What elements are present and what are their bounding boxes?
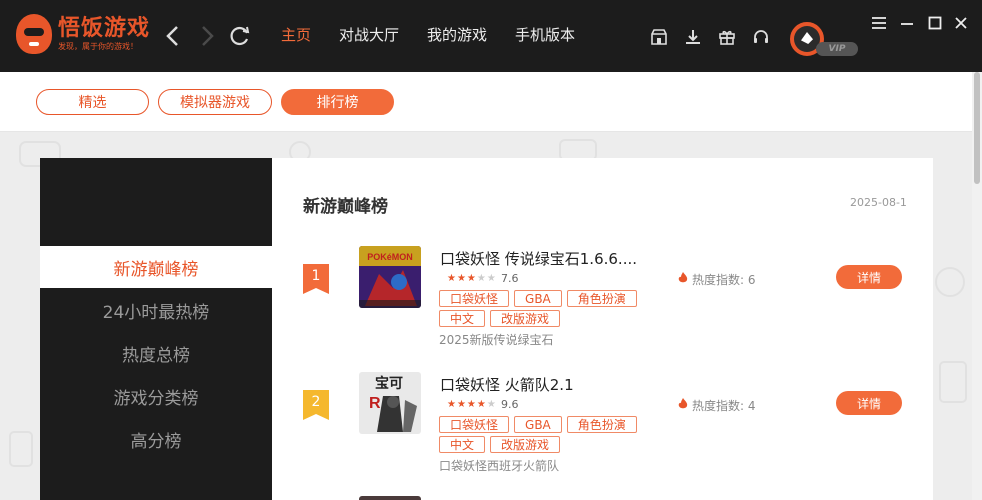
- headset-icon[interactable]: [752, 28, 770, 46]
- download-icon[interactable]: [684, 28, 702, 46]
- list-item[interactable]: 2 宝可 R 口袋妖怪 火箭队2.1 ★★★★★ 9.6 口袋妖怪 GBA 角色…: [272, 370, 933, 490]
- tag[interactable]: GBA: [514, 290, 562, 307]
- tab-emulator-games[interactable]: 模拟器游戏: [158, 89, 272, 115]
- game-description: 2025新版传说绿宝石: [439, 333, 554, 347]
- app-logo[interactable]: 悟饭游戏 发现，属于你的游戏！: [16, 14, 150, 54]
- sidebar-item-24h-hot[interactable]: 24小时最热榜: [40, 289, 272, 331]
- sidebar-item-new-peak[interactable]: 新游巅峰榜: [40, 246, 272, 288]
- heat-label: 热度指数: 4: [692, 399, 756, 413]
- sidebar-item-high-score[interactable]: 高分榜: [40, 418, 272, 460]
- rating-stars: ★★★★★: [447, 399, 497, 410]
- svg-text:宝可: 宝可: [375, 375, 403, 392]
- game-title[interactable]: 口袋妖怪 传说绿宝石1.6.6....: [440, 248, 637, 269]
- game-title[interactable]: 口袋妖怪 火箭队2.1: [440, 374, 574, 395]
- rating-score: 7.6: [501, 272, 519, 285]
- panel-title: 新游巅峰榜: [303, 197, 388, 217]
- heat-label: 热度指数: 6: [692, 273, 756, 287]
- rating-score: 9.6: [501, 398, 519, 411]
- ranking-panel: 新游巅峰榜 2025-08-1 1 POKéMON 口袋妖怪 传说绿宝石1.6.…: [272, 158, 933, 500]
- tag[interactable]: 角色扮演: [566, 416, 637, 433]
- main-nav: 主页 对战大厅 我的游戏 手机版本: [281, 24, 603, 45]
- tag[interactable]: 中文: [439, 436, 486, 453]
- sub-tab-bar: 精选 模拟器游戏 排行榜: [0, 72, 972, 132]
- details-button[interactable]: 详情: [836, 265, 902, 289]
- tag[interactable]: GBA: [514, 416, 562, 433]
- scroll-thumb[interactable]: [974, 72, 980, 184]
- svg-text:R: R: [369, 395, 381, 412]
- tag[interactable]: 改版游戏: [490, 436, 561, 453]
- sidebar-item-total-heat[interactable]: 热度总榜: [40, 332, 272, 374]
- nav-my-games[interactable]: 我的游戏: [427, 24, 487, 45]
- app-title: 悟饭游戏: [58, 16, 151, 41]
- logo-mascot-icon: [16, 14, 52, 54]
- close-icon[interactable]: [952, 14, 970, 32]
- forward-icon[interactable]: [194, 22, 222, 50]
- title-bar: 悟饭游戏 发现，属于你的游戏！ 主页 对战大厅 我的游戏 手机版本 VIP: [0, 0, 982, 72]
- tag-list: 口袋妖怪 GBA 角色扮演 中文 改版游戏: [439, 290, 669, 330]
- minimize-icon[interactable]: [898, 14, 916, 32]
- refresh-icon[interactable]: [226, 22, 254, 50]
- tag[interactable]: 角色扮演: [566, 290, 637, 307]
- game-thumbnail[interactable]: [359, 496, 421, 500]
- rank-badge: 2: [303, 390, 329, 420]
- tab-featured[interactable]: 精选: [36, 89, 149, 115]
- fire-icon: [678, 398, 688, 413]
- tag[interactable]: 口袋妖怪: [439, 290, 510, 307]
- rating-stars: ★★★★★: [447, 273, 497, 284]
- nav-battle-hall[interactable]: 对战大厅: [339, 24, 399, 45]
- game-thumbnail[interactable]: POKéMON: [359, 246, 421, 308]
- game-thumbnail[interactable]: 宝可 R: [359, 372, 421, 434]
- store-icon[interactable]: [650, 28, 668, 46]
- menu-icon[interactable]: [870, 14, 888, 32]
- panel-date: 2025-08-1: [850, 196, 907, 209]
- ranking-sidebar: 新游巅峰榜 24小时最热榜 热度总榜 游戏分类榜 高分榜: [40, 158, 272, 500]
- heat-index: 热度指数: 4: [678, 397, 756, 414]
- tag[interactable]: 中文: [439, 310, 486, 327]
- sidebar-item-category[interactable]: 游戏分类榜: [40, 375, 272, 417]
- back-icon[interactable]: [158, 22, 186, 50]
- toolbar: [650, 28, 786, 46]
- tag-list: 口袋妖怪 GBA 角色扮演 中文 改版游戏: [439, 416, 669, 456]
- tag[interactable]: 口袋妖怪: [439, 416, 510, 433]
- vip-badge: VIP: [816, 42, 858, 56]
- fire-icon: [678, 272, 688, 287]
- nav-mobile-version[interactable]: 手机版本: [515, 24, 575, 45]
- details-button[interactable]: 详情: [836, 391, 902, 415]
- game-description: 口袋妖怪西班牙火箭队: [439, 459, 560, 473]
- nav-home[interactable]: 主页: [281, 24, 311, 45]
- heat-index: 热度指数: 6: [678, 271, 756, 288]
- app-slogan: 发现，属于你的游戏！: [58, 42, 138, 51]
- maximize-icon[interactable]: [926, 14, 944, 32]
- tag[interactable]: 改版游戏: [490, 310, 561, 327]
- list-item[interactable]: 1 POKéMON 口袋妖怪 传说绿宝石1.6.6.... ★★★★★ 7.6 …: [272, 244, 933, 364]
- tab-rankings[interactable]: 排行榜: [281, 89, 394, 115]
- gift-icon[interactable]: [718, 28, 736, 46]
- page-scrollbar[interactable]: [972, 72, 982, 500]
- rank-badge: 1: [303, 264, 329, 294]
- svg-text:POKéMON: POKéMON: [367, 252, 413, 262]
